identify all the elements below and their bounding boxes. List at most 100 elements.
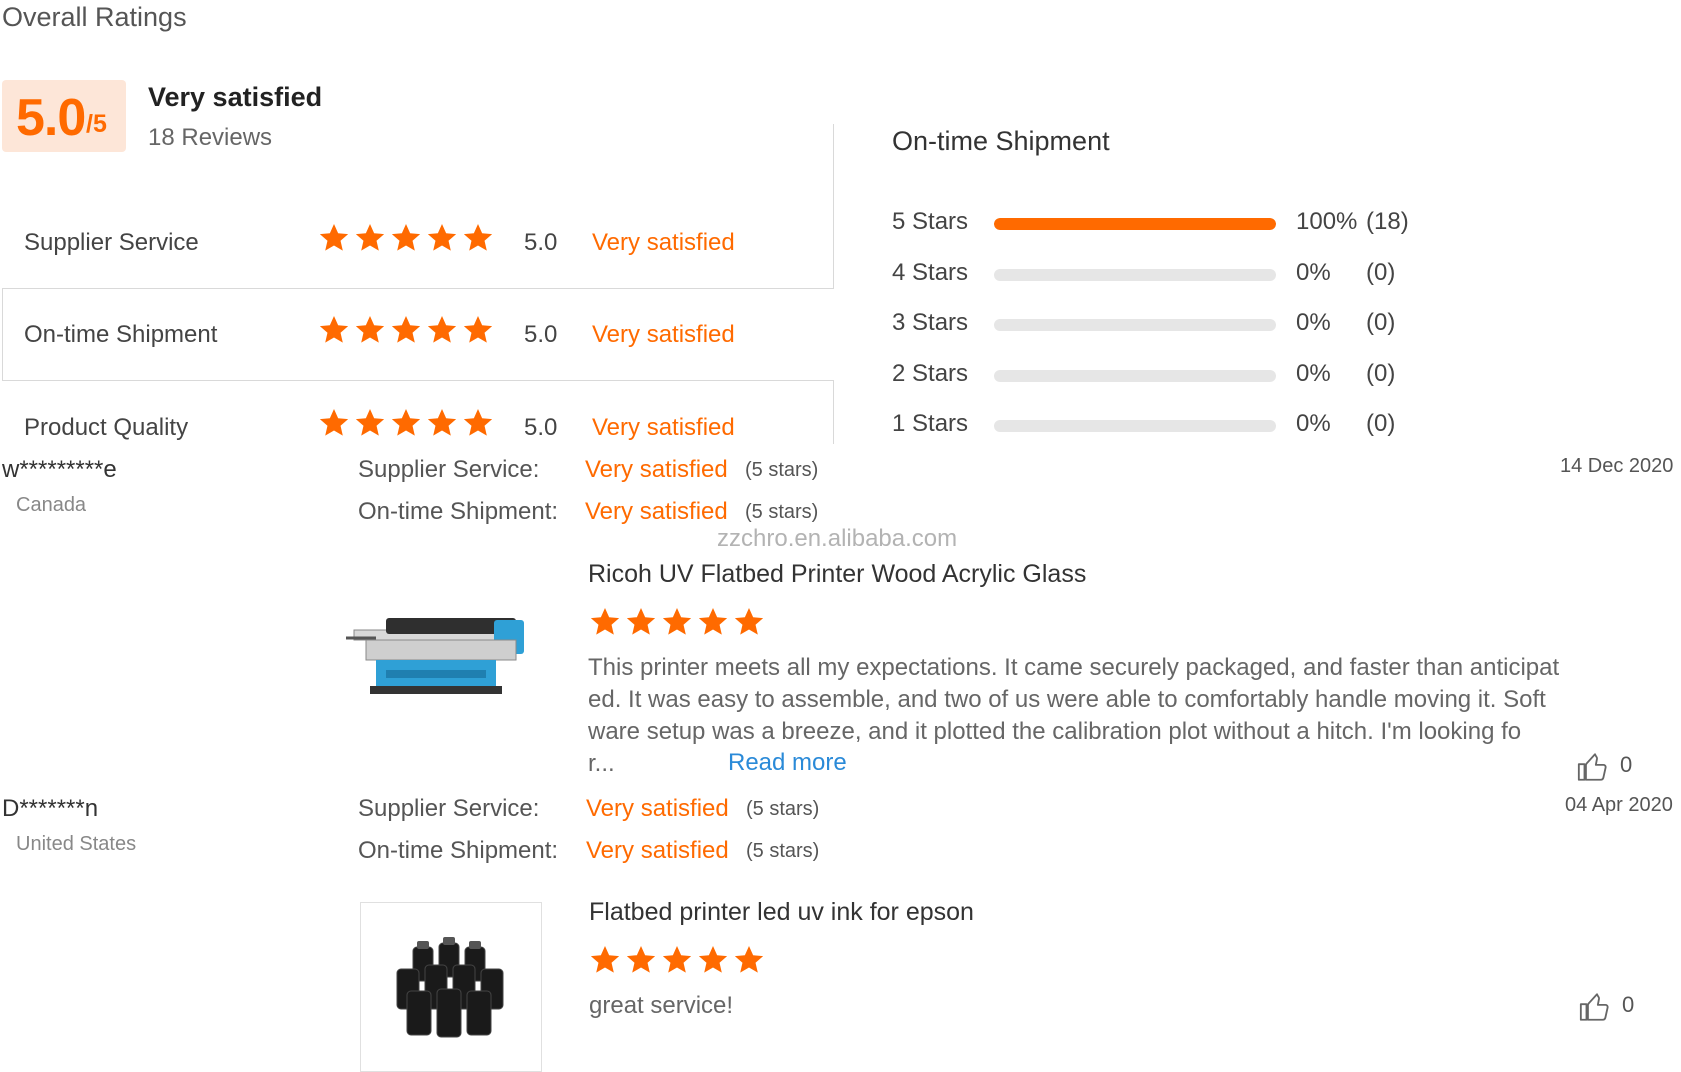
distribution-percent: 100% (1296, 208, 1358, 235)
distribution-bar (994, 319, 1276, 331)
criteria-score: 5.0 (524, 414, 558, 441)
star-icon (590, 946, 620, 973)
review-rating-label: Supplier Service: (358, 795, 540, 822)
star-icon (319, 409, 349, 436)
star-icon (698, 608, 728, 635)
star-icon (391, 409, 421, 436)
star-icon (626, 946, 656, 973)
review-count-link[interactable]: 18 Reviews (148, 124, 272, 152)
distribution-count: (18) (1366, 208, 1409, 235)
product-rating-stars (589, 944, 765, 976)
review-text-line: r... (588, 750, 615, 777)
read-more-link[interactable]: Read more (728, 749, 847, 777)
uv-printer-illustration (346, 618, 524, 694)
ink-bottles-illustration (396, 937, 504, 1038)
distribution-label: 1 Stars (892, 410, 969, 437)
review-text-line: ed. It was easy to assemble, and two of … (588, 686, 1546, 713)
star-icon (463, 224, 493, 251)
distribution-percent: 0% (1296, 259, 1331, 286)
review-text: great service! (589, 992, 734, 1019)
distribution-label: 4 Stars (892, 259, 969, 286)
distribution-count: (0) (1366, 309, 1396, 336)
star-icon (427, 224, 457, 251)
distribution-row-1-stars: 1 Stars 0% (0) (892, 408, 1432, 442)
review-rating-stars: (5 stars) (746, 840, 820, 862)
criteria-level: Very satisfied (592, 321, 735, 348)
distribution-percent: 0% (1296, 360, 1331, 387)
distribution-bar (994, 370, 1276, 382)
star-icon (734, 608, 764, 635)
product-title-link[interactable]: Flatbed printer led uv ink for epson (589, 898, 974, 927)
review-rating-level: Very satisfied (586, 837, 729, 864)
criteria-score: 5.0 (524, 321, 558, 348)
star-icon (734, 946, 764, 973)
thumbs-up-icon (1577, 753, 1607, 781)
distribution-bar (994, 420, 1276, 432)
overall-score: 5.0 (16, 89, 86, 147)
distribution-label: 3 Stars (892, 309, 969, 336)
distribution-percent: 0% (1296, 309, 1331, 336)
reviewer-country: United States (16, 833, 137, 855)
thumbs-up-icon (1579, 993, 1609, 1021)
review-date: 04 Apr 2020 (1565, 794, 1673, 816)
review-rating-stars: (5 stars) (746, 798, 820, 820)
reviewer-name: D*******n (2, 795, 99, 822)
overall-score-max: /5 (86, 110, 107, 138)
distribution-bar (994, 218, 1276, 230)
star-icon (698, 946, 728, 973)
criteria-name: Supplier Service (24, 229, 199, 256)
criteria-row-on-time-shipment[interactable]: On-time Shipment 5.0 Very satisfied (2, 288, 834, 381)
star-icon (391, 316, 421, 343)
review-text-line: This printer meets all my expectations. … (588, 654, 1560, 681)
star-icon (319, 316, 349, 343)
distribution-row-2-stars: 2 Stars 0% (0) (892, 358, 1432, 392)
criteria-score: 5.0 (524, 229, 558, 256)
criteria-level: Very satisfied (592, 414, 735, 441)
review-rating-label: Supplier Service: (358, 456, 540, 483)
distribution-label: 2 Stars (892, 360, 969, 387)
criteria-stars (318, 314, 494, 346)
distribution-percent: 0% (1296, 410, 1331, 437)
criteria-name: Product Quality (24, 414, 189, 441)
star-icon (463, 316, 493, 343)
criteria-stars (318, 222, 494, 254)
product-image-uv-printer[interactable] (346, 612, 546, 698)
page-title: Overall Ratings (2, 2, 187, 32)
overall-score-badge: 5.0 /5 (2, 80, 126, 152)
star-icon (626, 608, 656, 635)
distribution-row-5-stars: 5 Stars 100% (18) (892, 206, 1432, 240)
reviewer-country: Canada (16, 494, 87, 516)
product-title-link[interactable]: Ricoh UV Flatbed Printer Wood Acrylic Gl… (588, 560, 1086, 589)
reviewer-name: w*********e (2, 456, 117, 483)
star-icon (355, 409, 385, 436)
like-count: 0 (1622, 992, 1635, 1017)
star-icon (463, 409, 493, 436)
star-icon (391, 224, 421, 251)
criteria-stars (318, 407, 494, 439)
like-count: 0 (1620, 752, 1633, 777)
review-rating-level: Very satisfied (586, 795, 729, 822)
star-icon (427, 316, 457, 343)
distribution-count: (0) (1366, 360, 1396, 387)
criteria-row-supplier-service[interactable]: Supplier Service 5.0 Very satisfied (2, 196, 834, 289)
review-date: 14 Dec 2020 (1560, 455, 1674, 477)
distribution-count: (0) (1366, 410, 1396, 437)
overall-level: Very satisfied (148, 82, 323, 112)
like-button[interactable] (1576, 750, 1610, 789)
like-button[interactable] (1578, 990, 1612, 1029)
distribution-row-4-stars: 4 Stars 0% (0) (892, 257, 1432, 291)
review-rating-stars: (5 stars) (745, 501, 819, 523)
star-icon (355, 316, 385, 343)
distribution-title: On-time Shipment (892, 126, 1110, 156)
product-image-uv-ink[interactable] (360, 902, 542, 1072)
review-rating-stars: (5 stars) (745, 459, 819, 481)
star-icon (319, 224, 349, 251)
watermark: zzchro.en.alibaba.com (717, 525, 958, 552)
review-text-line: ware setup was a breeze, and it plotted … (588, 718, 1522, 745)
review-rating-label: On-time Shipment: (358, 498, 559, 525)
review-rating-level: Very satisfied (585, 498, 728, 525)
star-icon (590, 608, 620, 635)
distribution-count: (0) (1366, 259, 1396, 286)
star-icon (662, 946, 692, 973)
distribution-row-3-stars: 3 Stars 0% (0) (892, 307, 1432, 341)
